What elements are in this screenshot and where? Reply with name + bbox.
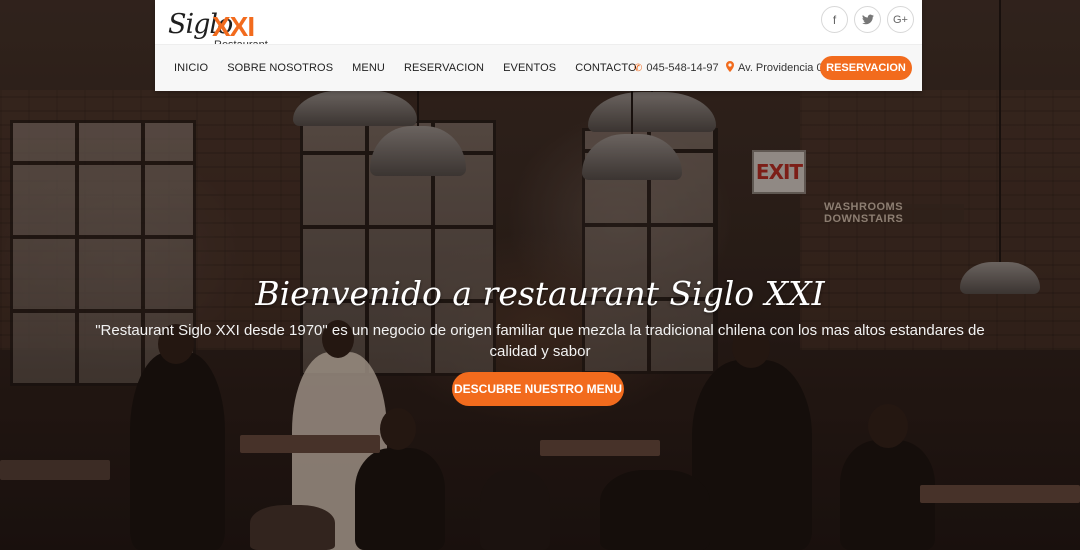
nav-item-inicio[interactable]: INICIO xyxy=(174,62,208,74)
nav-item-sobre-nosotros[interactable]: SOBRE NOSOTROS xyxy=(227,62,333,74)
map-marker-icon xyxy=(726,61,734,75)
address-contact: Av. Providencia 068 xyxy=(726,45,835,91)
main-nav: INICIO SOBRE NOSOTROS MENU RESERVACION E… xyxy=(155,44,922,91)
social-links: f G+ xyxy=(821,6,914,33)
reservation-button[interactable]: RESERVACION xyxy=(820,56,912,80)
hero-subtitle: "Restaurant Siglo XXI desde 1970" es un … xyxy=(95,322,985,360)
nav-item-contacto[interactable]: CONTACTO xyxy=(575,62,637,74)
nav-item-eventos[interactable]: EVENTOS xyxy=(503,62,556,74)
site-header: Siglo XXI Restaurant f G+ INICIO SOBRE N… xyxy=(155,0,922,91)
google-plus-icon[interactable]: G+ xyxy=(887,6,914,33)
facebook-icon[interactable]: f xyxy=(821,6,848,33)
phone-contact[interactable]: ✆ 045-548-14-97 xyxy=(634,45,719,91)
hero-title: Bienvenido a restaurant Siglo XXI xyxy=(255,274,825,313)
nav-item-menu[interactable]: MENU xyxy=(352,62,385,74)
twitter-icon[interactable] xyxy=(854,6,881,33)
twitter-bird-icon xyxy=(861,14,874,25)
nav-item-reservacion[interactable]: RESERVACION xyxy=(404,62,484,74)
nav-links: INICIO SOBRE NOSOTROS MENU RESERVACION E… xyxy=(174,45,637,91)
phone-number: 045-548-14-97 xyxy=(646,62,719,74)
phone-icon: ✆ xyxy=(634,62,643,74)
discover-menu-button[interactable]: DESCUBRE NUESTRO MENU xyxy=(452,372,624,406)
